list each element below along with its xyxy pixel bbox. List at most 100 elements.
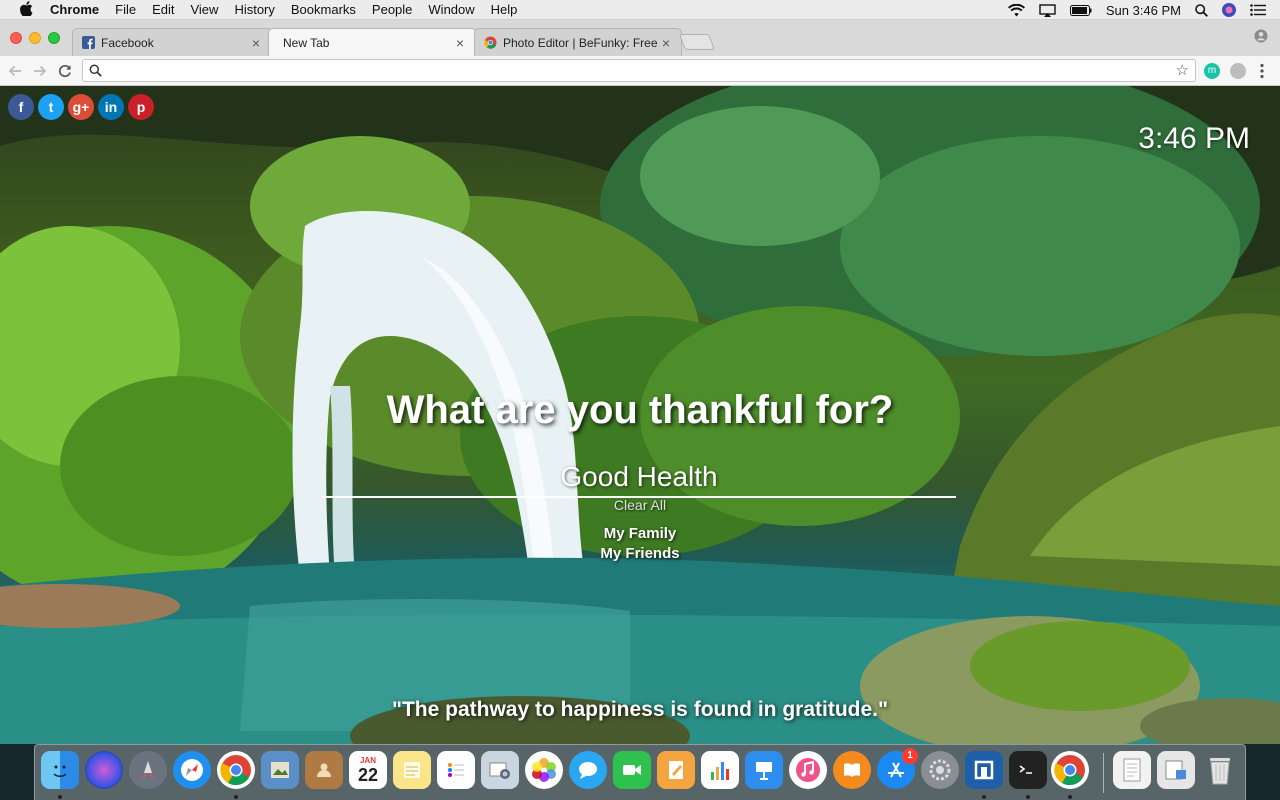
address-input[interactable] <box>107 62 1167 79</box>
calendar-month: JAN <box>359 755 376 765</box>
system-preferences-icon[interactable] <box>921 751 959 789</box>
ibooks-icon[interactable] <box>833 751 871 789</box>
battery-icon[interactable] <box>1069 4 1092 16</box>
reminders-icon[interactable] <box>437 751 475 789</box>
chrome-tab-strip: Facebook × New Tab × Photo Editor | BeFu… <box>0 20 1280 57</box>
calendar-icon[interactable]: JAN 22 <box>349 751 387 789</box>
tab-photo-editor[interactable]: Photo Editor | BeFunky: Free O × <box>474 28 682 56</box>
chrome-2-running-dot <box>1068 795 1072 799</box>
launchpad-icon[interactable] <box>129 751 167 789</box>
thankful-list: My Family My Friends <box>0 524 1280 564</box>
remote-desktop-running-dot <box>982 795 986 799</box>
extension-m-icon[interactable]: m <box>1204 63 1220 79</box>
finder-running-dot <box>58 795 62 799</box>
tab-new-tab[interactable]: New Tab × <box>268 28 476 57</box>
thankful-item[interactable]: My Family <box>0 524 1280 544</box>
bookmark-star-icon[interactable]: ☆ <box>1176 62 1189 79</box>
preview-icon[interactable] <box>261 751 299 789</box>
document-icon[interactable] <box>1113 751 1151 789</box>
notes-icon[interactable] <box>393 751 431 789</box>
notification-center-icon[interactable] <box>1250 4 1266 16</box>
new-tab-page: f t g+ in p 3:46 PM What are you thankfu… <box>0 86 1280 744</box>
finder-icon[interactable] <box>41 751 79 789</box>
menu-bookmarks[interactable]: Bookmarks <box>291 2 356 17</box>
chrome-toolbar: ☆ m <box>0 56 1280 86</box>
menubar-clock[interactable]: Sun 3:46 PM <box>1106 3 1181 18</box>
keynote-icon[interactable] <box>745 751 783 789</box>
new-tab-button[interactable] <box>679 34 715 50</box>
clear-all-link[interactable]: Clear All <box>614 497 666 513</box>
reload-icon[interactable] <box>55 61 75 81</box>
tab-close-icon[interactable]: × <box>453 35 467 51</box>
social-share-bar: f t g+ in p <box>8 94 154 120</box>
photos-icon[interactable] <box>525 751 563 789</box>
chrome-profile-icon[interactable] <box>1254 29 1268 43</box>
extension-gray-icon[interactable] <box>1230 63 1246 79</box>
apple-menu-icon[interactable] <box>16 0 36 19</box>
menu-edit[interactable]: Edit <box>152 2 174 17</box>
tab-title: Facebook <box>101 35 154 50</box>
remote-desktop-icon[interactable] <box>965 751 1003 789</box>
messages-icon[interactable] <box>569 751 607 789</box>
twitter-share-icon[interactable]: t <box>38 94 64 120</box>
facetime-icon[interactable] <box>613 751 651 789</box>
menu-app-name[interactable]: Chrome <box>50 2 99 17</box>
chrome-2-icon[interactable] <box>1051 751 1089 789</box>
forward-arrow-icon[interactable] <box>30 61 50 81</box>
user-avatar-icon[interactable] <box>1222 3 1236 17</box>
gratitude-quote: "The pathway to happiness is found in gr… <box>392 698 888 721</box>
menu-view[interactable]: View <box>190 2 218 17</box>
safari-icon[interactable] <box>173 751 211 789</box>
chrome-menu-icon[interactable] <box>1256 62 1268 80</box>
chrome-page-icon <box>483 36 497 50</box>
menu-file[interactable]: File <box>115 2 136 17</box>
tab-close-icon[interactable]: × <box>249 35 263 51</box>
linkedin-share-icon[interactable]: in <box>98 94 124 120</box>
facebook-icon <box>81 36 95 50</box>
window-maximize-button[interactable] <box>48 32 60 44</box>
terminal-icon[interactable] <box>1009 751 1047 789</box>
menu-window[interactable]: Window <box>428 2 474 17</box>
trash-icon[interactable] <box>1201 751 1239 789</box>
google-plus-share-icon[interactable]: g+ <box>68 94 94 120</box>
tab-title: Photo Editor | BeFunky: Free O <box>503 35 659 50</box>
facebook-share-icon[interactable]: f <box>8 94 34 120</box>
chrome-running-dot <box>234 795 238 799</box>
preview-2-icon[interactable] <box>1157 751 1195 789</box>
calendar-day: 22 <box>357 764 379 785</box>
page-clock: 3:46 PM <box>1138 122 1250 155</box>
macos-menu-bar: Chrome File Edit View History Bookmarks … <box>0 0 1280 20</box>
chrome-icon[interactable] <box>217 751 255 789</box>
back-arrow-icon[interactable] <box>5 61 25 81</box>
menu-help[interactable]: Help <box>491 2 518 17</box>
wifi-icon[interactable] <box>1007 3 1025 17</box>
contacts-icon[interactable] <box>305 751 343 789</box>
window-close-button[interactable] <box>10 32 22 44</box>
app-store-badge: 1 <box>902 748 918 764</box>
dock-area: JAN 22 1 <box>0 744 1280 800</box>
spotlight-icon[interactable] <box>1195 3 1208 17</box>
tab-close-icon[interactable]: × <box>659 35 673 51</box>
gratitude-input[interactable] <box>322 458 956 498</box>
pages-icon[interactable] <box>657 751 695 789</box>
dock-separator <box>1103 753 1104 793</box>
menu-history[interactable]: History <box>234 2 274 17</box>
image-capture-icon[interactable] <box>481 751 519 789</box>
status-area: Sun 3:46 PM <box>1007 0 1280 20</box>
omnibox[interactable]: ☆ <box>82 59 1196 82</box>
tab-title: New Tab <box>283 36 330 50</box>
window-minimize-button[interactable] <box>29 32 41 44</box>
siri-icon[interactable] <box>85 751 123 789</box>
pinterest-share-icon[interactable]: p <box>128 94 154 120</box>
menu-people[interactable]: People <box>372 2 412 17</box>
gratitude-question: What are you thankful for? <box>386 388 894 432</box>
app-store-icon[interactable]: 1 <box>877 748 918 789</box>
airplay-icon[interactable] <box>1039 3 1056 17</box>
terminal-running-dot <box>1026 795 1030 799</box>
itunes-icon[interactable] <box>789 751 827 789</box>
thankful-item[interactable]: My Friends <box>0 544 1280 564</box>
tab-facebook[interactable]: Facebook × <box>72 28 272 56</box>
search-icon <box>89 64 103 78</box>
dock: JAN 22 1 <box>34 744 1246 800</box>
numbers-icon[interactable] <box>701 751 739 789</box>
